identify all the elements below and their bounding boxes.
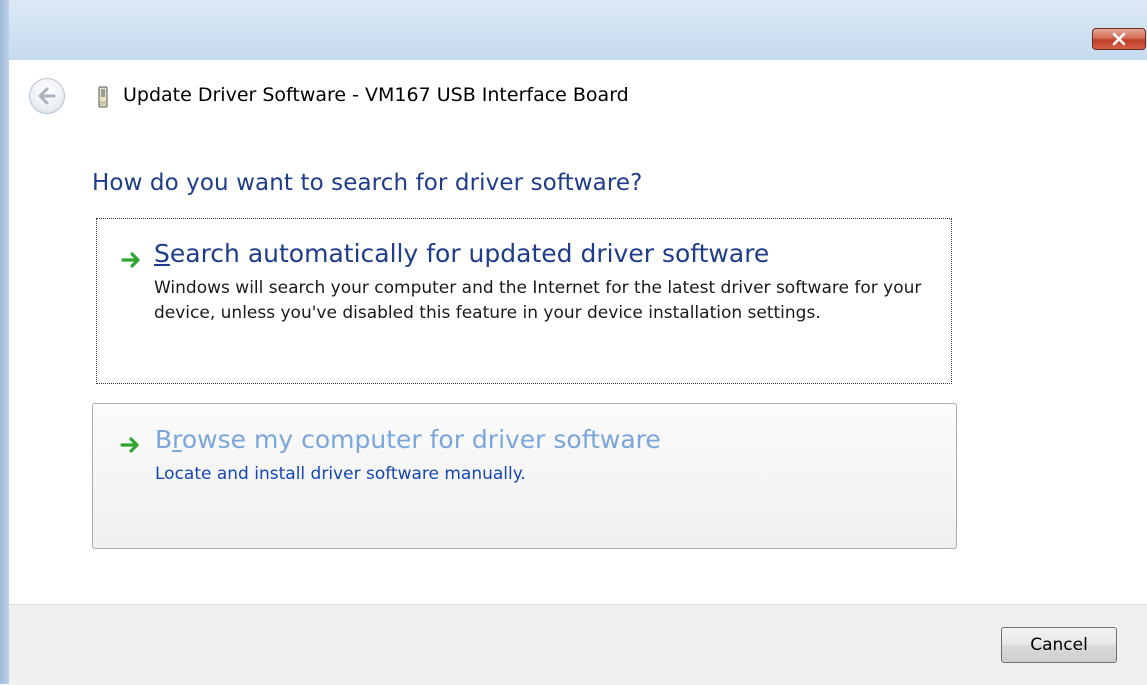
wizard-footer: Cancel [9, 604, 1147, 685]
browse-computer-title: Browse my computer for driver software [155, 425, 661, 454]
wizard-client-area: Update Driver Software - VM167 USB Inter… [9, 60, 1147, 685]
green-arrow-icon [120, 437, 139, 453]
usb-device-icon [98, 86, 108, 108]
search-automatically-option[interactable]: Search automatically for updated driver … [96, 218, 952, 384]
window-frame-left [0, 0, 9, 684]
green-arrow-icon [121, 252, 140, 268]
back-button[interactable] [29, 78, 65, 114]
wizard-question: How do you want to search for driver sof… [92, 170, 643, 196]
close-button[interactable] [1092, 28, 1146, 50]
close-icon [1112, 32, 1126, 46]
browse-title-prefix: B [155, 425, 173, 454]
mnemonic-r: r [172, 425, 182, 454]
browse-computer-option[interactable]: Browse my computer for driver software L… [92, 403, 957, 549]
search-automatically-title-rest: earch automatically for updated driver s… [169, 239, 770, 268]
update-driver-window: Update Driver Software - VM167 USB Inter… [0, 0, 1147, 685]
search-automatically-description: Windows will search your computer and th… [154, 278, 922, 323]
back-arrow-icon [38, 87, 56, 105]
browse-title-rest: owse my computer for driver software [181, 425, 661, 454]
title-bar [9, 0, 1147, 60]
cancel-button[interactable]: Cancel [1001, 627, 1117, 663]
window-title: Update Driver Software - VM167 USB Inter… [123, 84, 629, 106]
mnemonic-s: S [154, 239, 170, 268]
search-automatically-title: Search automatically for updated driver … [154, 239, 769, 268]
wizard-header: Update Driver Software - VM167 USB Inter… [9, 74, 1147, 118]
browse-computer-description: Locate and install driver software manua… [155, 464, 526, 484]
